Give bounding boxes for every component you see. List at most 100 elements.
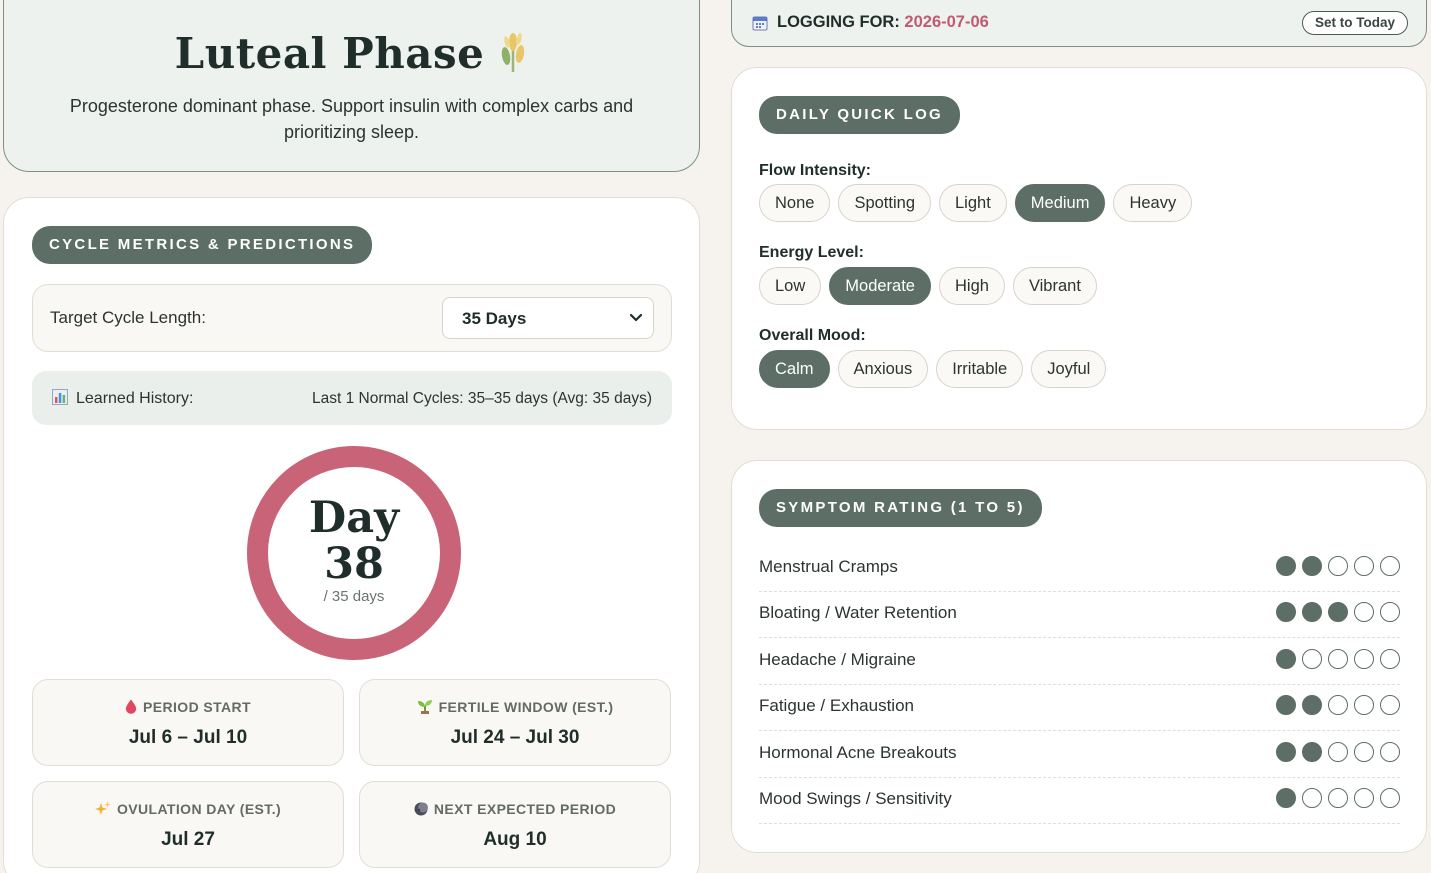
rating-dot-4[interactable]	[1354, 742, 1374, 762]
mood-option-joyful[interactable]: Joyful	[1031, 350, 1107, 388]
symptom-row: Headache / Migraine	[759, 639, 1400, 685]
energy-label: Energy Level:	[759, 244, 864, 261]
energy-option-low[interactable]: Low	[759, 267, 822, 305]
flow-option-none[interactable]: None	[759, 184, 831, 222]
symptom-name: Mood Swings / Sensitivity	[759, 789, 952, 808]
symptom-card: SYMPTOM RATING (1 TO 5) Menstrual Cramps…	[731, 460, 1427, 853]
stat-label-text: OVULATION DAY (EST.)	[116, 801, 282, 817]
logging-label-text: LOGGING FOR:	[777, 13, 900, 31]
phase-title-text: Luteal Phase	[174, 29, 485, 78]
quick-log-header: DAILY QUICK LOG	[759, 96, 961, 134]
mood-option-calm[interactable]: Calm	[759, 350, 830, 388]
energy-option-moderate[interactable]: Moderate	[829, 267, 931, 305]
rating-dot-3[interactable]	[1328, 649, 1348, 669]
symptom-header: SYMPTOM RATING (1 TO 5)	[759, 489, 1042, 527]
rating-dot-5[interactable]	[1380, 556, 1400, 576]
symptom-rating	[1276, 788, 1400, 808]
rating-dot-1[interactable]	[1276, 742, 1296, 762]
moon-icon	[414, 802, 428, 819]
symptom-rating	[1276, 602, 1400, 622]
wheat-icon	[498, 30, 528, 84]
symptom-rating	[1276, 695, 1400, 715]
rating-dot-3[interactable]	[1328, 695, 1348, 715]
rating-dot-4[interactable]	[1354, 602, 1374, 622]
flow-option-medium[interactable]: Medium	[1014, 184, 1106, 222]
rating-dot-3[interactable]	[1328, 742, 1348, 762]
learned-history-label-text: Learned History:	[76, 390, 194, 407]
symptom-row: Mood Swings / Sensitivity	[759, 778, 1400, 824]
rating-dot-3[interactable]	[1328, 556, 1348, 576]
symptom-rating	[1276, 556, 1400, 576]
target-cycle-row: Target Cycle Length: 35 Days	[32, 284, 672, 352]
flow-option-heavy[interactable]: Heavy	[1113, 184, 1193, 222]
phase-title: Luteal Phase	[4, 29, 699, 84]
symptom-row: Menstrual Cramps	[759, 546, 1400, 592]
blood-drop-icon	[125, 699, 137, 717]
phase-description: Progesterone dominant phase. Support ins…	[69, 96, 634, 142]
target-cycle-select[interactable]: 35 Days	[442, 297, 654, 339]
rating-dot-1[interactable]	[1276, 556, 1296, 576]
energy-option-vibrant[interactable]: Vibrant	[1012, 267, 1097, 305]
logging-date[interactable]: 2026-07-06	[904, 13, 988, 31]
rating-dot-2[interactable]	[1302, 556, 1322, 576]
symptom-row: Bloating / Water Retention	[759, 592, 1400, 638]
metrics-card: CYCLE METRICS & PREDICTIONS Target Cycle…	[3, 197, 700, 873]
rating-dot-3[interactable]	[1328, 602, 1348, 622]
calendar-icon	[752, 15, 768, 36]
phase-card: Luteal Phase Progesterone dominant phase…	[3, 0, 700, 172]
rating-dot-5[interactable]	[1380, 602, 1400, 622]
flow-options: None Spotting Light Medium Heavy	[759, 184, 1193, 222]
symptom-rating	[1276, 649, 1400, 669]
rating-dot-1[interactable]	[1276, 788, 1296, 808]
rating-dot-4[interactable]	[1354, 649, 1374, 669]
symptom-name: Bloating / Water Retention	[759, 603, 957, 622]
mood-option-irritable[interactable]: Irritable	[936, 350, 1024, 388]
cycle-day-number: 38	[324, 539, 384, 589]
quick-log-card: DAILY QUICK LOG Flow Intensity: None Spo…	[731, 67, 1427, 430]
learned-history-row: Learned History: Last 1 Normal Cycles: 3…	[32, 371, 672, 425]
rating-dot-5[interactable]	[1380, 788, 1400, 808]
stat-next-period: NEXT EXPECTED PERIOD Aug 10	[359, 781, 671, 868]
energy-option-high[interactable]: High	[939, 267, 1005, 305]
flow-option-spotting[interactable]: Spotting	[838, 184, 931, 222]
rating-dot-4[interactable]	[1354, 556, 1374, 576]
symptom-name: Menstrual Cramps	[759, 557, 898, 576]
learned-history-value: Last 1 Normal Cycles: 35–35 days (Avg: 3…	[311, 390, 652, 407]
stat-label: PERIOD START	[33, 699, 343, 717]
rating-dot-2[interactable]	[1302, 788, 1322, 808]
cycle-day-text: Day	[308, 493, 400, 543]
sparkles-icon	[94, 801, 111, 819]
symptom-name: Hormonal Acne Breakouts	[759, 743, 957, 762]
cycle-day-display: Day 38	[268, 495, 440, 587]
mood-option-anxious[interactable]: Anxious	[837, 350, 929, 388]
rating-dot-2[interactable]	[1302, 649, 1322, 669]
rating-dot-5[interactable]	[1380, 742, 1400, 762]
rating-dot-1[interactable]	[1276, 649, 1296, 669]
symptom-name: Fatigue / Exhaustion	[759, 696, 914, 715]
rating-dot-1[interactable]	[1276, 602, 1296, 622]
stat-value: Aug 10	[483, 829, 547, 850]
rating-dot-2[interactable]	[1302, 742, 1322, 762]
symptom-row: Hormonal Acne Breakouts	[759, 732, 1400, 778]
target-cycle-value: 35 Days	[462, 309, 527, 328]
rating-dot-1[interactable]	[1276, 695, 1296, 715]
rating-dot-5[interactable]	[1380, 695, 1400, 715]
rating-dot-3[interactable]	[1328, 788, 1348, 808]
symptom-name: Headache / Migraine	[759, 650, 916, 669]
stat-label-text: FERTILE WINDOW (EST.)	[438, 699, 614, 715]
stat-period-start: PERIOD START Jul 6 – Jul 10	[32, 679, 344, 766]
set-to-today-button[interactable]: Set to Today	[1301, 11, 1408, 35]
flow-option-light[interactable]: Light	[939, 184, 1007, 222]
rating-dot-4[interactable]	[1354, 788, 1374, 808]
mood-label: Overall Mood:	[759, 327, 866, 344]
logging-label: LOGGING FOR: 2026-07-06	[777, 13, 989, 32]
rating-dot-2[interactable]	[1302, 695, 1322, 715]
logging-banner: LOGGING FOR: 2026-07-06 Set to Today	[731, 0, 1427, 47]
rating-dot-5[interactable]	[1380, 649, 1400, 669]
stat-value: Jul 6 – Jul 10	[128, 727, 248, 748]
stat-label: FERTILE WINDOW (EST.)	[360, 699, 670, 717]
stat-value: Jul 24 – Jul 30	[450, 727, 580, 748]
rating-dot-2[interactable]	[1302, 602, 1322, 622]
rating-dot-4[interactable]	[1354, 695, 1374, 715]
stat-value: Jul 27	[161, 829, 215, 850]
